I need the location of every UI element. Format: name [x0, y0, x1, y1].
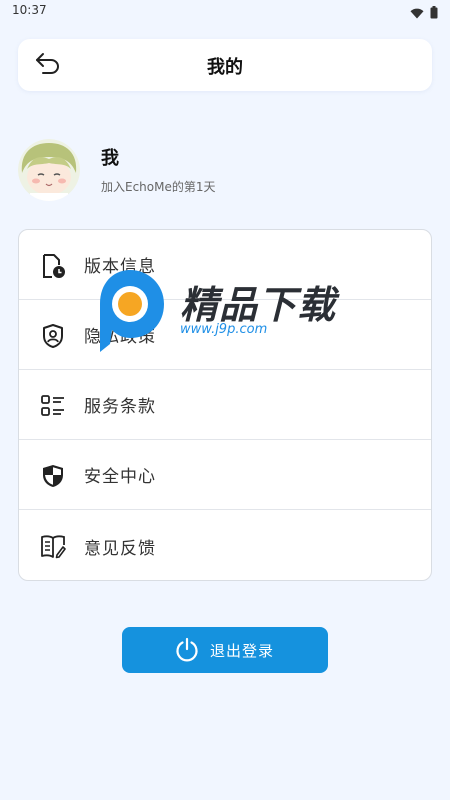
- battery-icon: [430, 4, 438, 23]
- logout-label: 退出登录: [210, 642, 275, 660]
- menu-item-version-info[interactable]: 版本信息: [19, 230, 431, 300]
- menu-item-feedback[interactable]: 意见反馈: [19, 510, 431, 580]
- menu-item-terms-of-service[interactable]: 服务条款: [19, 370, 431, 440]
- menu-item-label: 意见反馈: [84, 538, 156, 559]
- power-icon: [174, 637, 200, 663]
- menu-item-security-center[interactable]: 安全中心: [19, 440, 431, 510]
- status-bar: 10:37: [0, 0, 450, 22]
- settings-menu: 版本信息 隐私政策 服务条款 安全中心 意见反馈: [18, 229, 432, 581]
- menu-item-label: 服务条款: [84, 397, 156, 417]
- menu-item-label: 隐私政策: [84, 327, 156, 347]
- logout-button[interactable]: 退出登录: [122, 627, 328, 673]
- profile-name: 我: [101, 148, 119, 169]
- menu-item-privacy-policy[interactable]: 隐私政策: [19, 300, 431, 370]
- menu-item-label: 版本信息: [84, 257, 156, 277]
- status-icons: [410, 4, 438, 23]
- terms-list-icon: [39, 392, 67, 420]
- status-time: 10:37: [12, 3, 47, 17]
- header-bar: 我的: [18, 39, 432, 91]
- security-shield-icon: [39, 462, 67, 490]
- profile-join-days: 加入EchoMe的第1天: [101, 180, 216, 194]
- feedback-book-icon: [39, 532, 67, 560]
- wifi-icon: [410, 4, 424, 23]
- privacy-shield-icon: [39, 322, 67, 350]
- menu-item-label: 安全中心: [84, 467, 156, 487]
- page-title: 我的: [207, 57, 243, 78]
- avatar[interactable]: [18, 139, 80, 201]
- profile-page: 10:37 我的 我 加入EchoMe的第1天 版本信息 隐私政策 服务条款 安…: [0, 0, 450, 800]
- version-info-icon: [39, 252, 67, 280]
